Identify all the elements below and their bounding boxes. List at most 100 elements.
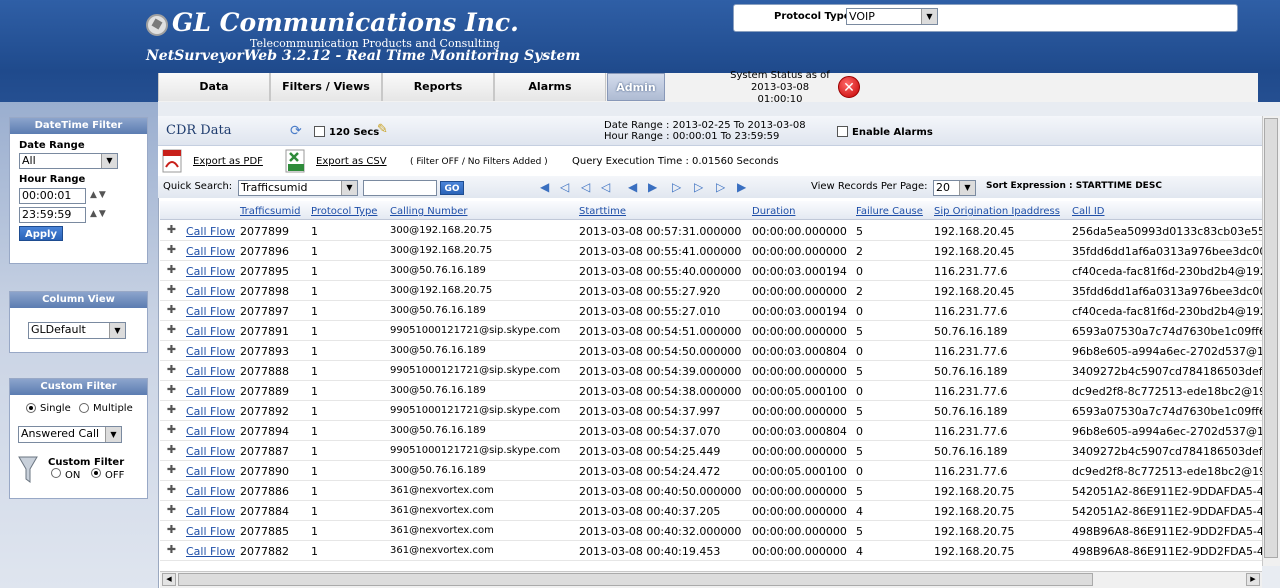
chevron-down-icon[interactable]: ▼ — [341, 181, 357, 195]
pdf-icon[interactable] — [162, 149, 184, 173]
vertical-scroll-thumb[interactable] — [1264, 118, 1278, 558]
table-row[interactable]: ✚ Call Flow 2077885 1 361@nexvortex.com 2013-… — [160, 521, 1262, 541]
call-flow-link[interactable]: Call Flow — [186, 345, 235, 358]
custom-filter-off-radio[interactable] — [91, 468, 101, 478]
table-row[interactable]: ✚ Call Flow 2077897 1 300@50.76.16.189 2013-0… — [160, 301, 1262, 321]
date-range-select[interactable]: All ▼ — [19, 153, 118, 169]
expand-row-icon[interactable]: ✚ — [166, 284, 177, 295]
chevron-down-icon[interactable]: ▼ — [109, 323, 125, 338]
table-row[interactable]: ✚ Call Flow 2077882 1 361@nexvortex.com 2013-… — [160, 541, 1262, 561]
expand-row-icon[interactable]: ✚ — [166, 384, 177, 395]
tab-admin[interactable]: Admin — [607, 73, 665, 101]
refresh-icon[interactable]: ⟳ — [290, 123, 302, 139]
expand-row-icon[interactable]: ✚ — [166, 464, 177, 475]
call-flow-link[interactable]: Call Flow — [186, 525, 235, 538]
edit-pencil-icon[interactable]: ✎ — [377, 122, 388, 137]
col-protocol-type[interactable]: Protocol Type — [311, 206, 377, 217]
next-two-pages-icon[interactable]: ▷ — [672, 180, 681, 194]
scroll-right-icon[interactable]: ▶ — [1246, 573, 1260, 586]
next-five-pages-icon[interactable]: ▷ — [694, 180, 703, 194]
table-row[interactable]: ✚ Call Flow 2077891 1 99051000121721@sip.sky… — [160, 321, 1262, 341]
call-flow-link[interactable]: Call Flow — [186, 325, 235, 338]
col-calling-number[interactable]: Calling Number — [390, 206, 467, 217]
expand-row-icon[interactable]: ✚ — [166, 444, 177, 455]
call-flow-link[interactable]: Call Flow — [186, 365, 235, 378]
expand-row-icon[interactable]: ✚ — [166, 504, 177, 515]
table-row[interactable]: ✚ Call Flow 2077888 1 99051000121721@sip.sky… — [160, 361, 1262, 381]
expand-row-icon[interactable]: ✚ — [166, 304, 177, 315]
table-row[interactable]: ✚ Call Flow 2077893 1 300@50.76.16.189 2013-0… — [160, 341, 1262, 361]
call-flow-link[interactable]: Call Flow — [186, 465, 235, 478]
col-sip-origination-ipaddress[interactable]: Sip Origination Ipaddress — [934, 206, 1060, 217]
custom-filter-on-radio[interactable] — [51, 468, 61, 478]
table-row[interactable]: ✚ Call Flow 2077895 1 300@50.76.16.189 2013-0… — [160, 261, 1262, 281]
call-flow-link[interactable]: Call Flow — [186, 485, 235, 498]
first-page-icon[interactable]: ◀ — [540, 180, 549, 194]
expand-row-icon[interactable]: ✚ — [166, 224, 177, 235]
chevron-down-icon[interactable]: ▼ — [921, 9, 937, 24]
call-flow-link[interactable]: Call Flow — [186, 225, 235, 238]
col-failure-cause[interactable]: Failure Cause — [856, 206, 923, 217]
table-row[interactable]: ✚ Call Flow 2077894 1 300@50.76.16.189 2013-0… — [160, 421, 1262, 441]
call-flow-link[interactable]: Call Flow — [186, 405, 235, 418]
prev-page-icon[interactable]: ◀ — [628, 180, 637, 194]
tab-filters-views[interactable]: Filters / Views — [270, 73, 382, 101]
tab-data[interactable]: Data — [158, 73, 270, 101]
call-flow-link[interactable]: Call Flow — [186, 305, 235, 318]
expand-row-icon[interactable]: ✚ — [166, 524, 177, 535]
call-flow-link[interactable]: Call Flow — [186, 265, 235, 278]
col-duration[interactable]: Duration — [752, 206, 795, 217]
table-row[interactable]: ✚ Call Flow 2077884 1 361@nexvortex.com 2013-… — [160, 501, 1262, 521]
table-row[interactable]: ✚ Call Flow 2077890 1 300@50.76.16.189 2013-0… — [160, 461, 1262, 481]
col-call-id[interactable]: Call ID — [1072, 206, 1105, 217]
call-flow-link[interactable]: Call Flow — [186, 425, 235, 438]
prev-ten-pages-icon[interactable]: ◁ — [560, 180, 569, 194]
call-flow-link[interactable]: Call Flow — [186, 505, 235, 518]
chevron-down-icon[interactable]: ▼ — [105, 427, 121, 442]
scroll-left-icon[interactable]: ◀ — [162, 573, 176, 586]
records-per-page-select[interactable]: 20 ▼ — [933, 180, 976, 196]
expand-row-icon[interactable]: ✚ — [166, 544, 177, 555]
hour-to-input[interactable]: 23:59:59 — [19, 207, 86, 223]
prev-two-pages-icon[interactable]: ◁ — [601, 180, 610, 194]
table-row[interactable]: ✚ Call Flow 2077892 1 99051000121721@sip.sky… — [160, 401, 1262, 421]
last-page-icon[interactable]: ▶ — [737, 180, 746, 194]
expand-row-icon[interactable]: ✚ — [166, 404, 177, 415]
call-flow-link[interactable]: Call Flow — [186, 245, 235, 258]
chevron-down-icon[interactable]: ▼ — [101, 154, 117, 168]
expand-row-icon[interactable]: ✚ — [166, 484, 177, 495]
horizontal-scroll-thumb[interactable] — [178, 573, 1093, 586]
export-csv-link[interactable]: Export as CSV — [316, 156, 387, 167]
call-flow-link[interactable]: Call Flow — [186, 545, 235, 558]
table-row[interactable]: ✚ Call Flow 2077896 1 300@192.168.20.75 2013-… — [160, 241, 1262, 261]
apply-button[interactable]: Apply — [19, 226, 63, 241]
protocol-type-select[interactable]: VOIP ▼ — [846, 8, 938, 25]
csv-icon[interactable] — [285, 149, 307, 173]
call-flow-link[interactable]: Call Flow — [186, 385, 235, 398]
expand-row-icon[interactable]: ✚ — [166, 364, 177, 375]
call-flow-link[interactable]: Call Flow — [186, 445, 235, 458]
table-row[interactable]: ✚ Call Flow 2077899 1 300@192.168.20.75 2013-… — [160, 221, 1262, 241]
expand-row-icon[interactable]: ✚ — [166, 344, 177, 355]
single-radio[interactable] — [26, 403, 36, 413]
table-row[interactable]: ✚ Call Flow 2077887 1 99051000121721@sip.sky… — [160, 441, 1262, 461]
prev-five-pages-icon[interactable]: ◁ — [581, 180, 590, 194]
col-trafficsumid[interactable]: Trafficsumid — [240, 206, 300, 217]
custom-filter-select[interactable]: Answered Call ▼ — [18, 426, 122, 443]
status-error-icon[interactable]: ✕ — [838, 76, 860, 98]
table-row[interactable]: ✚ Call Flow 2077898 1 300@192.168.20.75 2013-… — [160, 281, 1262, 301]
hour-from-stepper-icon[interactable]: ▲▼ — [90, 190, 108, 200]
auto-refresh-checkbox[interactable] — [314, 126, 325, 137]
next-page-icon[interactable]: ▶ — [648, 180, 657, 194]
tab-alarms[interactable]: Alarms — [494, 73, 606, 101]
expand-row-icon[interactable]: ✚ — [166, 424, 177, 435]
hour-to-stepper-icon[interactable]: ▲▼ — [90, 209, 108, 219]
next-ten-pages-icon[interactable]: ▷ — [716, 180, 725, 194]
tab-reports[interactable]: Reports — [382, 73, 494, 101]
expand-row-icon[interactable]: ✚ — [166, 244, 177, 255]
table-row[interactable]: ✚ Call Flow 2077889 1 300@50.76.16.189 2013-0… — [160, 381, 1262, 401]
go-button[interactable]: GO — [440, 181, 464, 195]
expand-row-icon[interactable]: ✚ — [166, 324, 177, 335]
hour-from-input[interactable]: 00:00:01 — [19, 188, 86, 204]
chevron-down-icon[interactable]: ▼ — [959, 181, 975, 195]
